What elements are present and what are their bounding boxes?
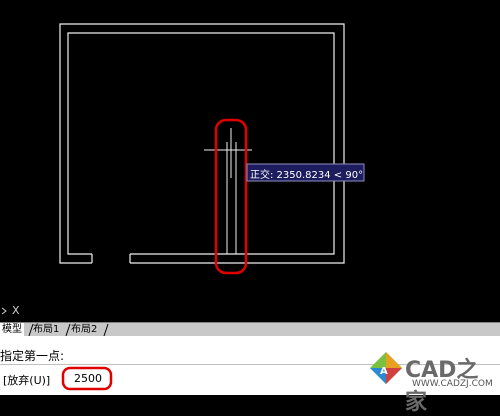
command-history-line: 指定第一点: — [0, 349, 65, 363]
command-prompt: [放弃(U)] — [3, 374, 51, 387]
tab-separators — [28, 323, 109, 336]
ucs-icon — [1, 307, 7, 315]
input-highlight-oval — [61, 366, 113, 391]
watermark-url: WWW.CADZJ.COM — [412, 379, 493, 389]
layout-tab-bar: 模型 布局1 布局2 — [0, 322, 500, 336]
svg-text:A: A — [380, 366, 388, 377]
wall-inner — [67, 32, 335, 255]
ortho-tooltip-text: 正交: 2350.8234 < 90° — [250, 170, 364, 181]
drawing-canvas[interactable]: 正交: 2350.8234 < 90° X — [0, 0, 500, 322]
wall-outer — [59, 23, 345, 264]
drawing-svg — [1, 23, 365, 315]
cadzj-logo-icon: A — [370, 352, 402, 384]
watermark: A CAD之家 WWW.CADZJ.COM — [366, 350, 500, 415]
ucs-x-label: X — [12, 304, 20, 317]
